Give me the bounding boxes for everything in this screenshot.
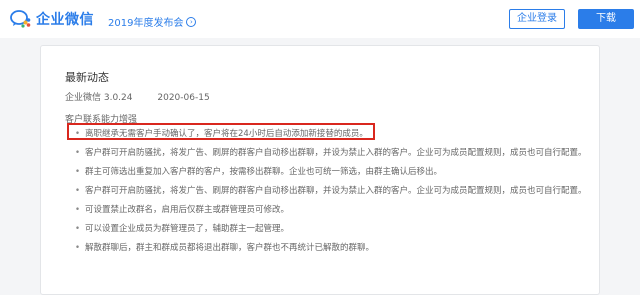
logo[interactable]: 企业微信: [10, 9, 94, 29]
list-item: 解散群聊后，群主和群成员都将退出群聊，客户群也不再统计已解散的群聊。: [71, 241, 591, 255]
version-row: 企业微信 3.0.24 2020-06-15: [65, 90, 210, 103]
section-title: 最新动态: [65, 71, 109, 84]
list-item: 客户群可开启防骚扰，将发广告、刷屏的群客户自动移出群聊，并设为禁止入群的客户。企…: [71, 184, 591, 198]
year-event-label: 2019年度发布会: [108, 18, 184, 29]
top-header: 企业微信 2019年度发布会 › 企业登录 下载: [0, 0, 640, 38]
list-item: 客户群可开启防骚扰，将发广告、刷屏的群客户自动移出群聊，并设为禁止入群的客户。企…: [71, 146, 591, 160]
release-notes-card: 最新动态 企业微信 3.0.24 2020-06-15 客户联系能力增强 离职继…: [40, 45, 600, 295]
year-event-link[interactable]: 2019年度发布会 ›: [108, 14, 197, 29]
download-button[interactable]: 下载: [578, 9, 634, 29]
list-item: 可设置禁止改群名，启用后仅群主或群管理员可修改。: [71, 203, 591, 217]
chevron-right-icon: ›: [186, 16, 197, 27]
logo-text: 企业微信: [36, 12, 94, 28]
list-item: 可以设置企业成员为群管理员了，辅助群主一起管理。: [71, 222, 591, 236]
version-label: 企业微信 3.0.24: [65, 93, 133, 103]
enterprise-login-button[interactable]: 企业登录: [509, 9, 565, 29]
feature-list: 离职继承无需客户手动确认了，客户将在24小时后自动添加新接替的成员。 客户群可开…: [71, 127, 591, 260]
highlight-annotation: [67, 123, 375, 140]
release-date: 2020-06-15: [157, 93, 210, 103]
list-item: 群主可筛选出重复加入客户群的客户，按需移出群聊。企业也可统一筛选，由群主确认后移…: [71, 165, 591, 179]
wecom-logo-icon: [10, 9, 32, 29]
